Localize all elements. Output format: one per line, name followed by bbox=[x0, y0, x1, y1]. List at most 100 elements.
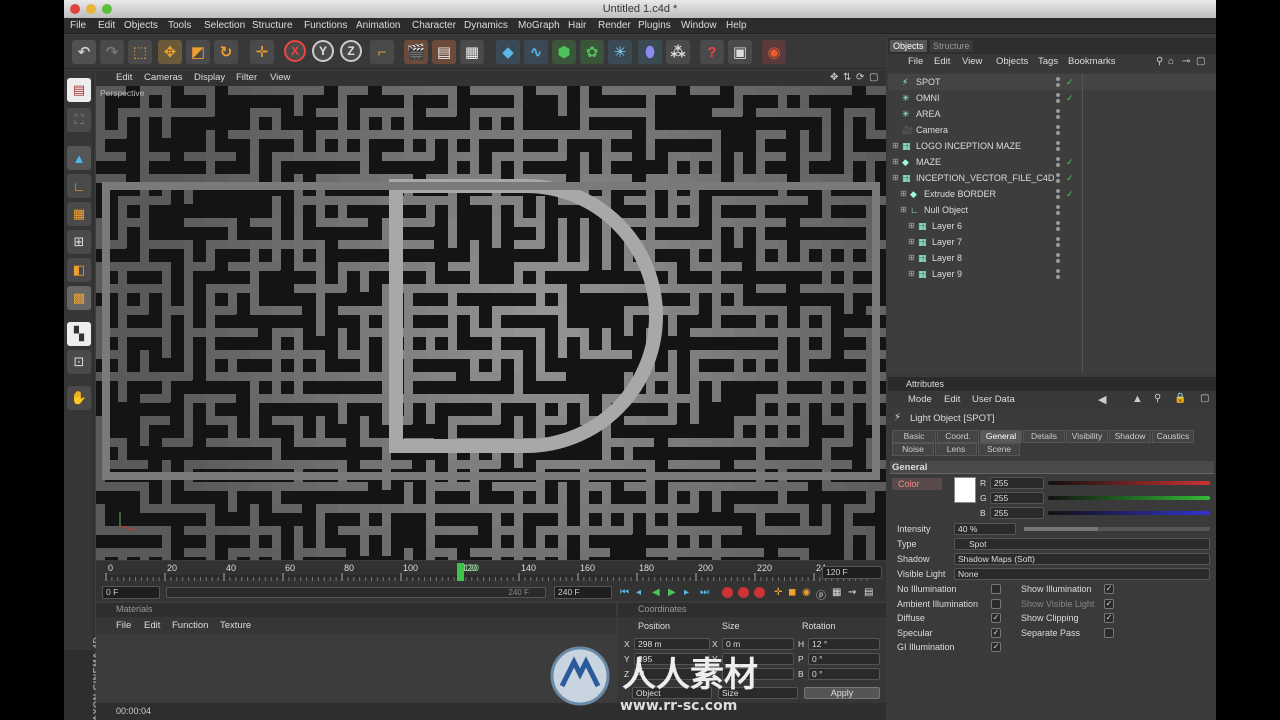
scale-tool-icon[interactable]: ◩ bbox=[186, 40, 210, 64]
key-pla-icon[interactable]: ▦ bbox=[832, 587, 841, 598]
new-window-icon[interactable]: ▢ bbox=[1196, 56, 1205, 67]
help-icon[interactable]: ? bbox=[700, 40, 724, 64]
z-axis-lock-icon[interactable]: Z bbox=[340, 40, 362, 62]
render-visibility-dot[interactable] bbox=[1056, 211, 1060, 215]
end-frame-field[interactable]: 120 F bbox=[822, 566, 882, 579]
redo-icon[interactable]: ↷ bbox=[100, 40, 124, 64]
color-slider-g[interactable] bbox=[1048, 496, 1210, 500]
current-frame-marker[interactable] bbox=[457, 563, 464, 581]
timeline-layout-icon[interactable]: ▤ bbox=[864, 587, 873, 598]
step-forward-icon[interactable]: ▸ bbox=[684, 587, 689, 598]
undo-icon[interactable]: ↶ bbox=[72, 40, 96, 64]
enabled-check-icon[interactable]: ✓ bbox=[1066, 74, 1074, 90]
menu-selection[interactable]: Selection bbox=[204, 18, 245, 34]
attributes-menu-mode[interactable]: Mode bbox=[908, 394, 932, 405]
editor-visibility-dot[interactable] bbox=[1056, 173, 1060, 177]
minimize-window-icon[interactable] bbox=[86, 4, 96, 14]
expand-icon[interactable]: ⊞ bbox=[892, 138, 899, 154]
back-arrow-icon[interactable]: ◀ bbox=[1098, 393, 1106, 406]
range-end-field[interactable]: 240 F bbox=[554, 586, 612, 599]
intensity-slider[interactable] bbox=[1024, 527, 1210, 531]
attr-search-icon[interactable]: ⚲ bbox=[1154, 393, 1161, 404]
expand-icon[interactable]: ⊞ bbox=[900, 186, 907, 202]
deformer-icon[interactable]: ✳ bbox=[608, 40, 632, 64]
checkbox-specular[interactable]: ✓ bbox=[991, 627, 1001, 638]
checkbox-ambient-illumination[interactable] bbox=[991, 598, 1001, 609]
attr-tab-caustics[interactable]: Caustics bbox=[1152, 430, 1194, 443]
enable-axis-icon[interactable]: ▚ bbox=[67, 322, 91, 346]
rotate-view-icon[interactable]: ⟳ bbox=[856, 70, 864, 86]
layout-icon[interactable]: ▣ bbox=[728, 40, 752, 64]
expand-icon[interactable]: ⊞ bbox=[908, 250, 915, 266]
polygons-mode-icon[interactable]: ▩ bbox=[67, 286, 91, 310]
editor-visibility-dot[interactable] bbox=[1056, 109, 1060, 113]
objects-menu-objects[interactable]: Objects bbox=[996, 56, 1028, 67]
zoom-window-icon[interactable] bbox=[102, 4, 112, 14]
color-slider-r[interactable] bbox=[1048, 481, 1210, 485]
materials-menu-file[interactable]: File bbox=[116, 620, 131, 631]
expand-icon[interactable]: ⊞ bbox=[908, 218, 915, 234]
menu-mograph[interactable]: MoGraph bbox=[518, 18, 560, 34]
layout-switch-icon[interactable]: ◉ bbox=[762, 40, 786, 64]
viewport-perspective[interactable]: Perspective bbox=[96, 86, 886, 560]
enabled-check-icon[interactable]: ✓ bbox=[1066, 90, 1074, 106]
objects-menu-file[interactable]: File bbox=[908, 56, 923, 67]
live-selection-icon[interactable]: ⬚ bbox=[128, 40, 152, 64]
object-row[interactable]: ⊞ ▦ Layer 7 bbox=[888, 234, 1216, 250]
render-visibility-dot[interactable] bbox=[1056, 227, 1060, 231]
menu-structure[interactable]: Structure bbox=[252, 18, 293, 34]
key-param-icon[interactable]: ⓟ bbox=[816, 587, 826, 602]
cube-primitive-icon[interactable]: ◆ bbox=[496, 40, 520, 64]
menu-plugins[interactable]: Plugins bbox=[638, 18, 671, 34]
attr-tab-scene[interactable]: Scene bbox=[978, 443, 1020, 456]
menu-render[interactable]: Render bbox=[598, 18, 631, 34]
type-select[interactable]: Spot bbox=[954, 538, 1210, 550]
object-row[interactable]: ⊞ ◆ Extrude BORDER ✓ bbox=[888, 186, 1216, 202]
render-visibility-dot[interactable] bbox=[1056, 83, 1060, 87]
attr-tab-basic[interactable]: Basic bbox=[892, 430, 936, 443]
object-row[interactable]: ⊞ ▦ INCEPTION_VECTOR_FILE_C4D ✓ bbox=[888, 170, 1216, 186]
menu-edit[interactable]: Edit bbox=[98, 18, 115, 34]
go-end-icon[interactable]: ⏭ bbox=[700, 587, 709, 598]
color-value-g[interactable]: 255 bbox=[990, 492, 1044, 504]
render-picture-viewer-icon[interactable]: ▤ bbox=[432, 40, 456, 64]
render-visibility-dot[interactable] bbox=[1056, 275, 1060, 279]
object-row[interactable]: ⊞ ▦ LOGO INCEPTION MAZE bbox=[888, 138, 1216, 154]
object-row[interactable]: ⊞ ◆ MAZE ✓ bbox=[888, 154, 1216, 170]
close-window-icon[interactable] bbox=[70, 4, 80, 14]
enabled-check-icon[interactable]: ✓ bbox=[1066, 186, 1074, 202]
editor-visibility-dot[interactable] bbox=[1056, 205, 1060, 209]
checkbox-show-visible-light[interactable]: ✓ bbox=[1104, 598, 1114, 609]
editor-visibility-dot[interactable] bbox=[1056, 253, 1060, 257]
object-row[interactable]: 🎥 Camera bbox=[888, 122, 1216, 138]
menu-help[interactable]: Help bbox=[726, 18, 747, 34]
attr-tab-shadow[interactable]: Shadow bbox=[1109, 430, 1151, 443]
checkbox-no-illumination[interactable] bbox=[991, 584, 1001, 594]
attributes-menu-user-data[interactable]: User Data bbox=[972, 394, 1015, 405]
go-start-icon[interactable]: ⏮ bbox=[620, 587, 629, 598]
materials-menu-edit[interactable]: Edit bbox=[144, 620, 160, 631]
editor-visibility-dot[interactable] bbox=[1056, 77, 1060, 81]
render-visibility-dot[interactable] bbox=[1056, 259, 1060, 263]
menu-objects[interactable]: Objects bbox=[124, 18, 158, 34]
editor-visibility-dot[interactable] bbox=[1056, 269, 1060, 273]
objects-menu-tags[interactable]: Tags bbox=[1038, 56, 1058, 67]
tab-objects[interactable]: Objects bbox=[890, 40, 927, 52]
menu-hair[interactable]: Hair bbox=[568, 18, 586, 34]
tab-structure[interactable]: Structure bbox=[930, 40, 973, 52]
viewport-menu-view[interactable]: View bbox=[270, 70, 290, 86]
render-visibility-dot[interactable] bbox=[1056, 195, 1060, 199]
search-icon[interactable]: ⚲ bbox=[1156, 56, 1163, 67]
expand-icon[interactable]: ⊞ bbox=[900, 202, 907, 218]
home-icon[interactable]: ⌂ bbox=[1168, 56, 1174, 67]
key-position-icon[interactable]: ✛ bbox=[774, 587, 782, 598]
render-settings-icon[interactable]: ▦ bbox=[460, 40, 484, 64]
timeline-ruler[interactable]: 0 20 40 60 80 100 120 140 160 180 200 220 24 120 120 … bbox=[96, 561, 886, 585]
play-icon[interactable]: ▶ bbox=[668, 587, 676, 598]
objects-menu-edit[interactable]: Edit bbox=[934, 56, 950, 67]
motion-icon[interactable]: ⇝ bbox=[848, 587, 856, 598]
checkbox-diffuse[interactable]: ✓ bbox=[991, 613, 1001, 623]
menu-file[interactable]: File bbox=[70, 18, 86, 34]
attr-tab-lens[interactable]: Lens bbox=[935, 443, 977, 456]
editor-visibility-dot[interactable] bbox=[1056, 125, 1060, 129]
